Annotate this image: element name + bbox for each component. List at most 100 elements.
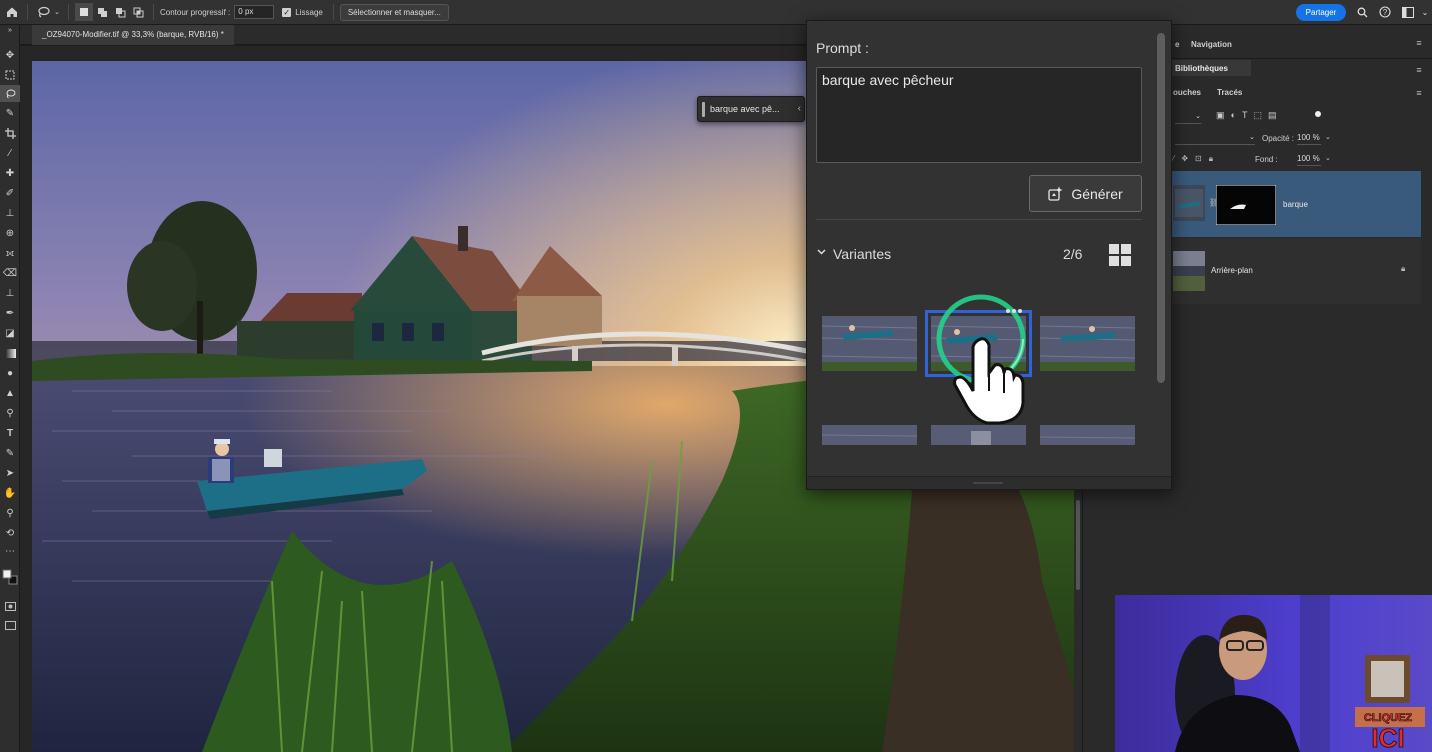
share-button[interactable]: Partager (1296, 4, 1346, 21)
marquee-tool-icon[interactable] (0, 66, 20, 83)
gradient-tool-icon[interactable] (0, 345, 20, 362)
blend-mode-dropdown[interactable]: ⌄ (1175, 133, 1255, 145)
variant-thumbnail-5[interactable] (931, 425, 1026, 445)
eyedropper-tool-icon[interactable]: ⁄ (0, 145, 20, 162)
smudge-tool-icon[interactable]: ⟗ (0, 245, 20, 262)
eraser-icon[interactable]: ◪ (0, 325, 20, 342)
panel-scroll-thumb[interactable] (1157, 33, 1165, 383)
lock-all-icon[interactable]: 🔒︎ (1209, 154, 1213, 164)
canvas-scroll-thumb[interactable] (1076, 500, 1080, 590)
chevron-down-icon[interactable]: ⌄ (1417, 4, 1432, 20)
smart-object-filter-icon[interactable]: ▤ (1268, 110, 1277, 121)
layer-filter-dropdown[interactable]: ⌄ (1175, 112, 1201, 124)
cta-badge[interactable]: CLIQUEZ ICI (1360, 705, 1416, 752)
panel-menu-icon[interactable]: ≡ (1414, 38, 1424, 48)
tab-paths[interactable]: Tracés (1217, 88, 1242, 97)
crop-tool-icon[interactable] (0, 125, 20, 142)
fill-value[interactable]: 100 % (1297, 154, 1321, 166)
add-selection-icon[interactable] (93, 3, 111, 21)
variant-thumbnail-4[interactable] (822, 425, 917, 445)
healing-brush-tool-icon[interactable]: ✚ (0, 165, 20, 182)
smoothing-checkbox[interactable]: ✓ (282, 7, 292, 17)
resize-handle[interactable] (973, 482, 1003, 484)
lasso-tool-icon[interactable] (0, 85, 20, 102)
chevron-down-icon[interactable]: ⌄ (1325, 133, 1331, 141)
pen-tool-icon[interactable]: ✒ (0, 305, 20, 322)
variants-label[interactable]: Variantes (833, 246, 891, 262)
collapse-tools-icon[interactable]: » (0, 25, 20, 35)
lock-move-icon[interactable]: ✥ (1181, 154, 1188, 164)
grid-view-icon[interactable] (1108, 243, 1132, 267)
pen-path-tool-icon[interactable]: ✎ (0, 445, 20, 462)
quick-selection-tool-icon[interactable]: ✎ (0, 105, 20, 122)
layer-mask-thumbnail[interactable] (1216, 185, 1276, 225)
panel-menu-icon[interactable]: ≡ (1414, 65, 1424, 75)
history-brush-tool-icon[interactable]: ⊕ (0, 225, 20, 242)
variant-thumbnail-1[interactable] (822, 316, 917, 371)
lock-icons: ⁄ ✥ ⊡ 🔒︎ (1173, 154, 1213, 164)
move-tool-icon[interactable]: ✥ (0, 47, 20, 64)
zoom-tool-icon[interactable]: ⚲ (0, 505, 20, 522)
lock-paint-icon[interactable]: ⁄ (1173, 154, 1174, 164)
filter-toggle-icon[interactable] (1315, 111, 1321, 117)
filter-icons: ▣ ◐ T ⬚ ▤ (1216, 110, 1276, 121)
chevron-down-icon[interactable]: ⌄ (1325, 154, 1331, 162)
lock-icon[interactable]: 🔒︎ (1401, 264, 1405, 274)
clone-stamp-tool-icon[interactable]: ⊥ (0, 205, 20, 222)
lasso-icon[interactable] (34, 3, 52, 21)
generative-layer-tag[interactable]: barque avec pê... ‹ (697, 96, 805, 122)
help-icon[interactable]: ? (1377, 4, 1393, 20)
variant-thumbnail-6[interactable] (1040, 425, 1135, 445)
generative-tag-label: barque avec pê... (710, 104, 780, 114)
path-selection-tool-icon[interactable]: ➤ (0, 465, 20, 482)
chevron-down-icon[interactable] (816, 246, 828, 258)
search-icon[interactable] (1354, 4, 1370, 20)
chevron-left-icon[interactable]: ‹ (798, 103, 801, 114)
select-and-mask-button[interactable]: Sélectionner et masquer... (339, 3, 449, 21)
divider (816, 219, 1142, 220)
adjustment-filter-icon[interactable]: ◐ (1231, 110, 1236, 121)
variant-thumbnail-3[interactable] (1040, 316, 1135, 371)
screen-mode-icon[interactable] (0, 617, 20, 634)
document-tab[interactable]: _OZ94070-Modifier.tif @ 33,3% (barque, R… (32, 25, 234, 45)
shape-filter-icon[interactable]: ⬚ (1253, 110, 1262, 121)
brush-tool-icon[interactable]: ✐ (0, 185, 20, 202)
prompt-input[interactable]: barque avec pêcheur (816, 67, 1142, 163)
layer-row-barque[interactable]: ⛓ barque (1169, 171, 1421, 237)
hand-tool-icon[interactable]: ✋ (0, 485, 20, 502)
tab-partial[interactable]: e (1175, 40, 1179, 49)
subtract-selection-icon[interactable] (111, 3, 129, 21)
home-icon[interactable] (3, 3, 21, 21)
eraser-tool-icon[interactable]: ⌫ (0, 265, 20, 282)
chevron-down-icon[interactable]: ⌄ (52, 3, 62, 21)
tab-navigation[interactable]: Navigation (1191, 40, 1232, 49)
type-filter-icon[interactable]: T (1242, 110, 1248, 121)
shape-triangle-icon[interactable]: ▲ (0, 385, 20, 402)
tab-libraries[interactable]: Bibliothèques (1175, 64, 1228, 73)
more-tools-icon[interactable]: ⋯ (0, 543, 20, 560)
tag-color-bar (702, 102, 705, 117)
tab-channels[interactable]: ouches (1173, 88, 1201, 97)
generate-label: Générer (1071, 185, 1123, 202)
image-filter-icon[interactable]: ▣ (1216, 110, 1225, 121)
stamp-tool-icon[interactable]: ⊥ (0, 285, 20, 302)
type-tool-icon[interactable]: T (0, 425, 20, 442)
generate-button[interactable]: Générer (1029, 175, 1142, 212)
quick-mask-icon[interactable] (0, 598, 20, 615)
progressive-contour-input[interactable]: 0 px (234, 5, 275, 19)
opacity-value[interactable]: 100 % (1297, 133, 1321, 145)
layer-row-background[interactable]: Arrière-plan 🔒︎ (1169, 238, 1421, 304)
layer-name: Arrière-plan (1211, 266, 1253, 275)
generate-sparkle-icon (1048, 186, 1063, 201)
edit-toolbar-icon[interactable]: ⟲ (0, 525, 20, 542)
new-selection-icon[interactable] (75, 3, 93, 21)
lock-artboard-icon[interactable]: ⊡ (1195, 154, 1202, 164)
panel-resize-footer[interactable] (807, 476, 1171, 489)
workspace-icon[interactable] (1400, 4, 1416, 20)
dodge-tool-icon[interactable]: ⚲ (0, 405, 20, 422)
panel-scrollbar[interactable] (1153, 31, 1169, 441)
panel-menu-icon[interactable]: ≡ (1414, 88, 1424, 98)
color-swatches-icon[interactable] (0, 565, 20, 591)
intersect-selection-icon[interactable] (129, 3, 147, 21)
blur-tool-icon[interactable]: ● (0, 365, 20, 382)
